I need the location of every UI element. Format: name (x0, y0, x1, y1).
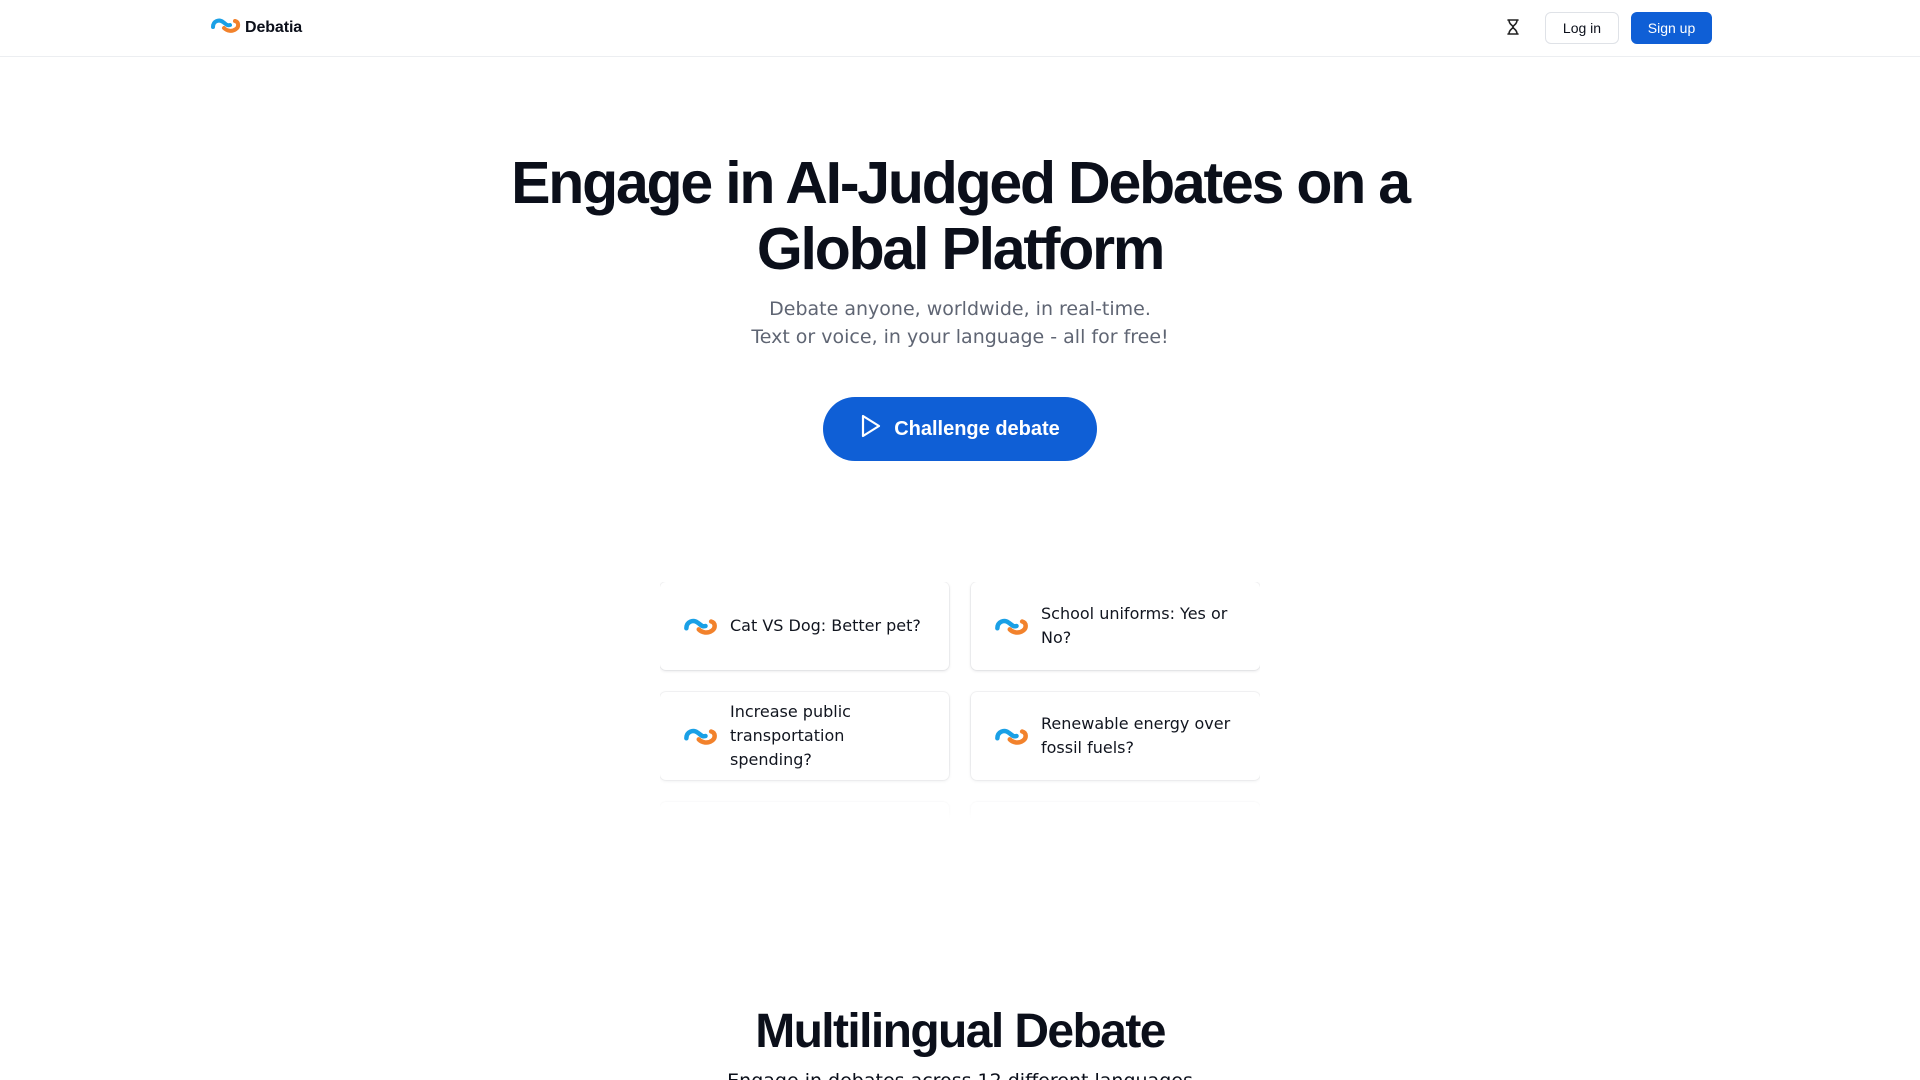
section-title: Multilingual Debate (755, 1005, 1166, 1058)
section-subtitle: Engage in debates across 12 different la… (560, 1067, 1360, 1080)
hero-subtitle-line-2: Text or voice, in your language - all fo… (751, 326, 1169, 348)
challenge-debate-label: Challenge debate (894, 417, 1060, 440)
top-navigation-bar: Debatia Log in Sign up (0, 0, 1920, 57)
topic-card[interactable]: Cat VS Dog: Better pet? (660, 582, 949, 670)
topic-card[interactable]: Make it a mandatory school subject? (660, 802, 949, 890)
topic-card[interactable]: Increase public transportation spending? (660, 692, 949, 780)
debatia-logo-icon (995, 727, 1029, 745)
hero-subtitle: Debate anyone, worldwide, in real-time. … (560, 295, 1360, 351)
signup-button[interactable]: Sign up (1631, 12, 1712, 44)
hero-title: Engage in AI-Judged Debates on a Global … (360, 150, 1560, 282)
hero-title-line-2: Global Platform (756, 216, 1165, 282)
brand-name: Debatia (245, 18, 303, 36)
play-icon (860, 414, 882, 444)
topic-text: Increase public transportation spending? (730, 702, 851, 769)
topic-text: Renewable energy over fossil fuels? (1041, 714, 1231, 757)
debatia-logo-icon (684, 837, 718, 855)
debatia-logo-icon (995, 617, 1029, 635)
debatia-logo-icon (684, 727, 718, 745)
hero-title-line-1: Engage in AI-Judged Debates on a (511, 150, 1411, 216)
topic-card[interactable] (971, 802, 1260, 890)
hourglass-icon (1506, 18, 1520, 38)
hero-subtitle-line-1: Debate anyone, worldwide, in real-time. (769, 298, 1151, 320)
topic-card[interactable]: School uniforms: Yes or No? (971, 582, 1260, 670)
topic-text: Make it a mandatory school subject? (730, 824, 896, 867)
topic-text: School uniforms: Yes or No? (1041, 604, 1228, 647)
brand-home-link[interactable]: Debatia (211, 17, 302, 38)
challenge-debate-button[interactable]: Challenge debate (823, 397, 1097, 461)
login-button[interactable]: Log in (1545, 12, 1619, 44)
debate-topic-grid: Cat VS Dog: Better pet? School uniforms:… (660, 582, 1260, 890)
theme-toggle-button[interactable] (1497, 15, 1529, 41)
debatia-logo-icon (684, 617, 718, 635)
topic-card[interactable]: Renewable energy over fossil fuels? (971, 692, 1260, 780)
topic-text: Cat VS Dog: Better pet? (730, 616, 921, 635)
debatia-logo-icon (211, 17, 241, 38)
